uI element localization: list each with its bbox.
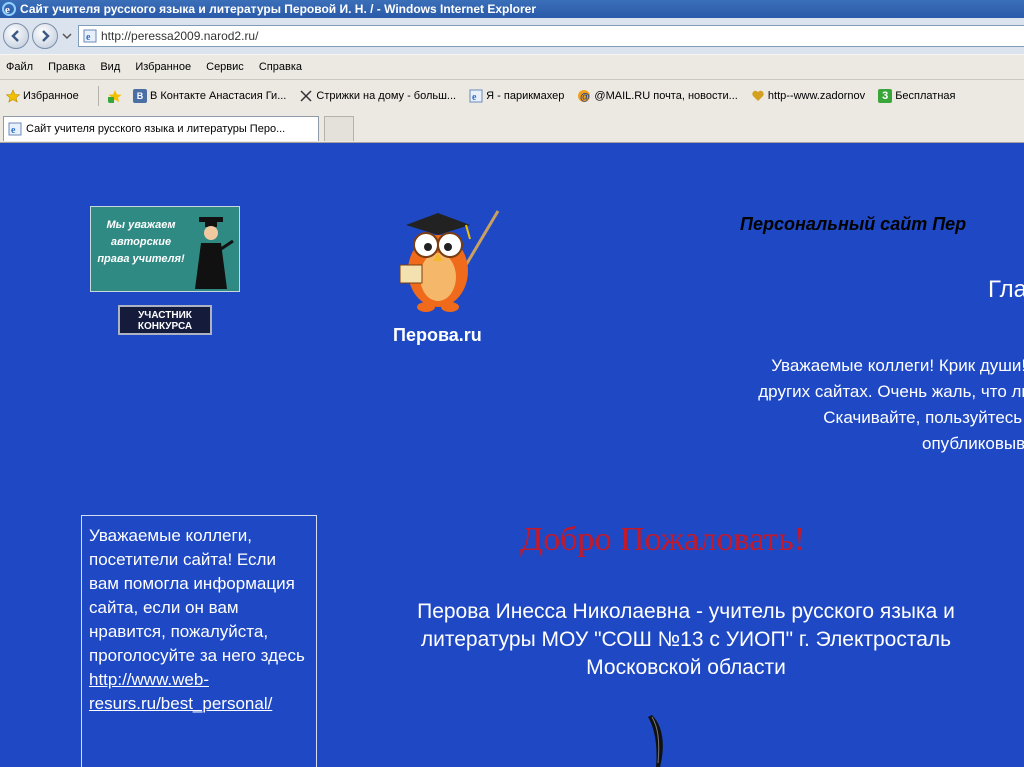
badge-line: КОНКУРСА <box>137 321 193 332</box>
copyright-banner[interactable]: Мы уважаем авторские права учителя! <box>90 206 240 292</box>
favorite-link-zadornov[interactable]: http--www.zadornov <box>751 80 865 112</box>
history-dropdown-icon[interactable] <box>62 32 72 40</box>
vote-box: Уважаемые коллеги, посетители сайта! Есл… <box>81 515 317 767</box>
favorite-label: Стрижки на дому - больш... <box>316 90 457 102</box>
menu-view[interactable]: Вид <box>100 61 120 73</box>
menu-tools[interactable]: Сервис <box>206 61 244 73</box>
vote-link[interactable]: http://www.web-resurs.ru/best_personal/ <box>89 670 272 713</box>
intro-line: опубликовыват <box>922 434 1024 453</box>
favorite-label: http--www.zadornov <box>767 90 866 102</box>
favorite-link-vk[interactable]: BВ Контакте Анастасия Ги... <box>132 80 287 112</box>
menu-file[interactable]: Файл <box>6 61 33 73</box>
menu-edit[interactable]: Правка <box>48 61 85 73</box>
svg-text:e: e <box>86 32 91 43</box>
address-input[interactable]: e http://peressa2009.narod2.ru/ <box>78 25 1024 47</box>
badge-line: УЧАСТНИК <box>138 310 192 321</box>
welcome-heading: Добро Пожаловать! <box>520 521 806 558</box>
ie-logo-icon: e <box>2 2 16 16</box>
owl-mascot-icon <box>399 210 500 312</box>
heart-icon <box>752 90 764 102</box>
window-titlebar: e Сайт учителя русского языка и литерату… <box>0 0 1024 18</box>
owl-caption: Перова.ru <box>393 325 482 345</box>
favorite-label: @MAIL.RU почта, новости... <box>594 90 738 102</box>
separator <box>97 86 99 107</box>
banner-text: Мы уважаем авторские права учителя! <box>97 219 185 265</box>
tab-active[interactable]: e Сайт учителя русского языка и литерату… <box>3 116 319 141</box>
favorites-bar: Избранное BВ Контакте Анастасия Ги... Ст… <box>0 79 1024 112</box>
quill-pen-icon <box>648 715 663 767</box>
favorite-link-free[interactable]: 3 Бесплатная <box>878 80 955 112</box>
page-content: Мы уважаем авторские права учителя! УЧАС… <box>0 143 1024 767</box>
svg-text:e: e <box>472 92 477 103</box>
vote-text: Уважаемые коллеги, посетители сайта! Есл… <box>89 526 305 665</box>
teacher-figure-icon <box>195 217 234 289</box>
tab-label: Сайт учителя русского языка и литературы… <box>26 123 286 135</box>
navigation-bar: e http://peressa2009.narod2.ru/ <box>0 18 1024 54</box>
intro-paragraph: Уважаемые коллеги! Крик души! Пост други… <box>640 353 1024 457</box>
back-button[interactable] <box>3 23 29 49</box>
arrow-right-icon <box>42 30 50 42</box>
forward-button[interactable] <box>32 23 58 49</box>
vk-icon: B <box>132 89 147 104</box>
favorite-label: Я - парикмахер <box>486 90 565 102</box>
ie-page-icon: e <box>83 29 97 43</box>
favorite-link-haircuts[interactable]: Стрижки на дому - больш... <box>299 80 456 112</box>
intro-line: Уважаемые коллеги! Крик души! Пост <box>771 356 1024 375</box>
menu-favorites[interactable]: Избранное <box>135 61 191 73</box>
svg-text:@: @ <box>580 92 590 103</box>
green-3-icon: 3 <box>878 89 893 104</box>
mail-ru-icon: @ <box>578 90 591 103</box>
favorite-label: Бесплатная <box>895 90 956 102</box>
favorite-label: В Контакте Анастасия Ги... <box>149 90 287 102</box>
site-title: Персональный сайт Пер <box>740 214 967 234</box>
favorite-link-mailru[interactable]: @ @MAIL.RU почта, новости... <box>577 80 738 112</box>
svg-text:e: e <box>5 4 10 16</box>
ie-page-icon: e <box>8 122 22 136</box>
section-heading: Гла <box>988 276 1024 303</box>
new-tab-button[interactable] <box>324 116 354 141</box>
window-title: Сайт учителя русского языка и литературы… <box>20 2 537 16</box>
svg-text:e: e <box>11 125 16 136</box>
contest-participant-badge[interactable]: УЧАСТНИК КОНКУРСА <box>118 305 212 335</box>
address-url: http://peressa2009.narod2.ru/ <box>101 29 259 43</box>
ie-page-icon: e <box>469 89 483 103</box>
add-favorite-icon[interactable] <box>107 89 122 104</box>
star-icon <box>6 89 20 103</box>
arrow-left-icon <box>11 30 19 42</box>
favorites-label: Избранное <box>23 90 79 102</box>
intro-line: Скачивайте, пользуйтесь в рабо <box>823 408 1024 427</box>
teacher-info: Перова Инесса Николаевна - учитель русск… <box>417 600 955 679</box>
intro-line: других сайтах. Очень жаль, что люди і <box>758 382 1024 401</box>
favorites-button[interactable]: Избранное <box>6 80 79 112</box>
menu-bar: Файл Правка Вид Избранное Сервис Справка <box>0 54 1024 79</box>
menu-help[interactable]: Справка <box>259 61 302 73</box>
favorite-link-hairdresser[interactable]: e Я - парикмахер <box>469 80 564 112</box>
scissors-icon <box>300 90 312 102</box>
tab-bar: e Сайт учителя русского языка и литерату… <box>0 111 1024 143</box>
